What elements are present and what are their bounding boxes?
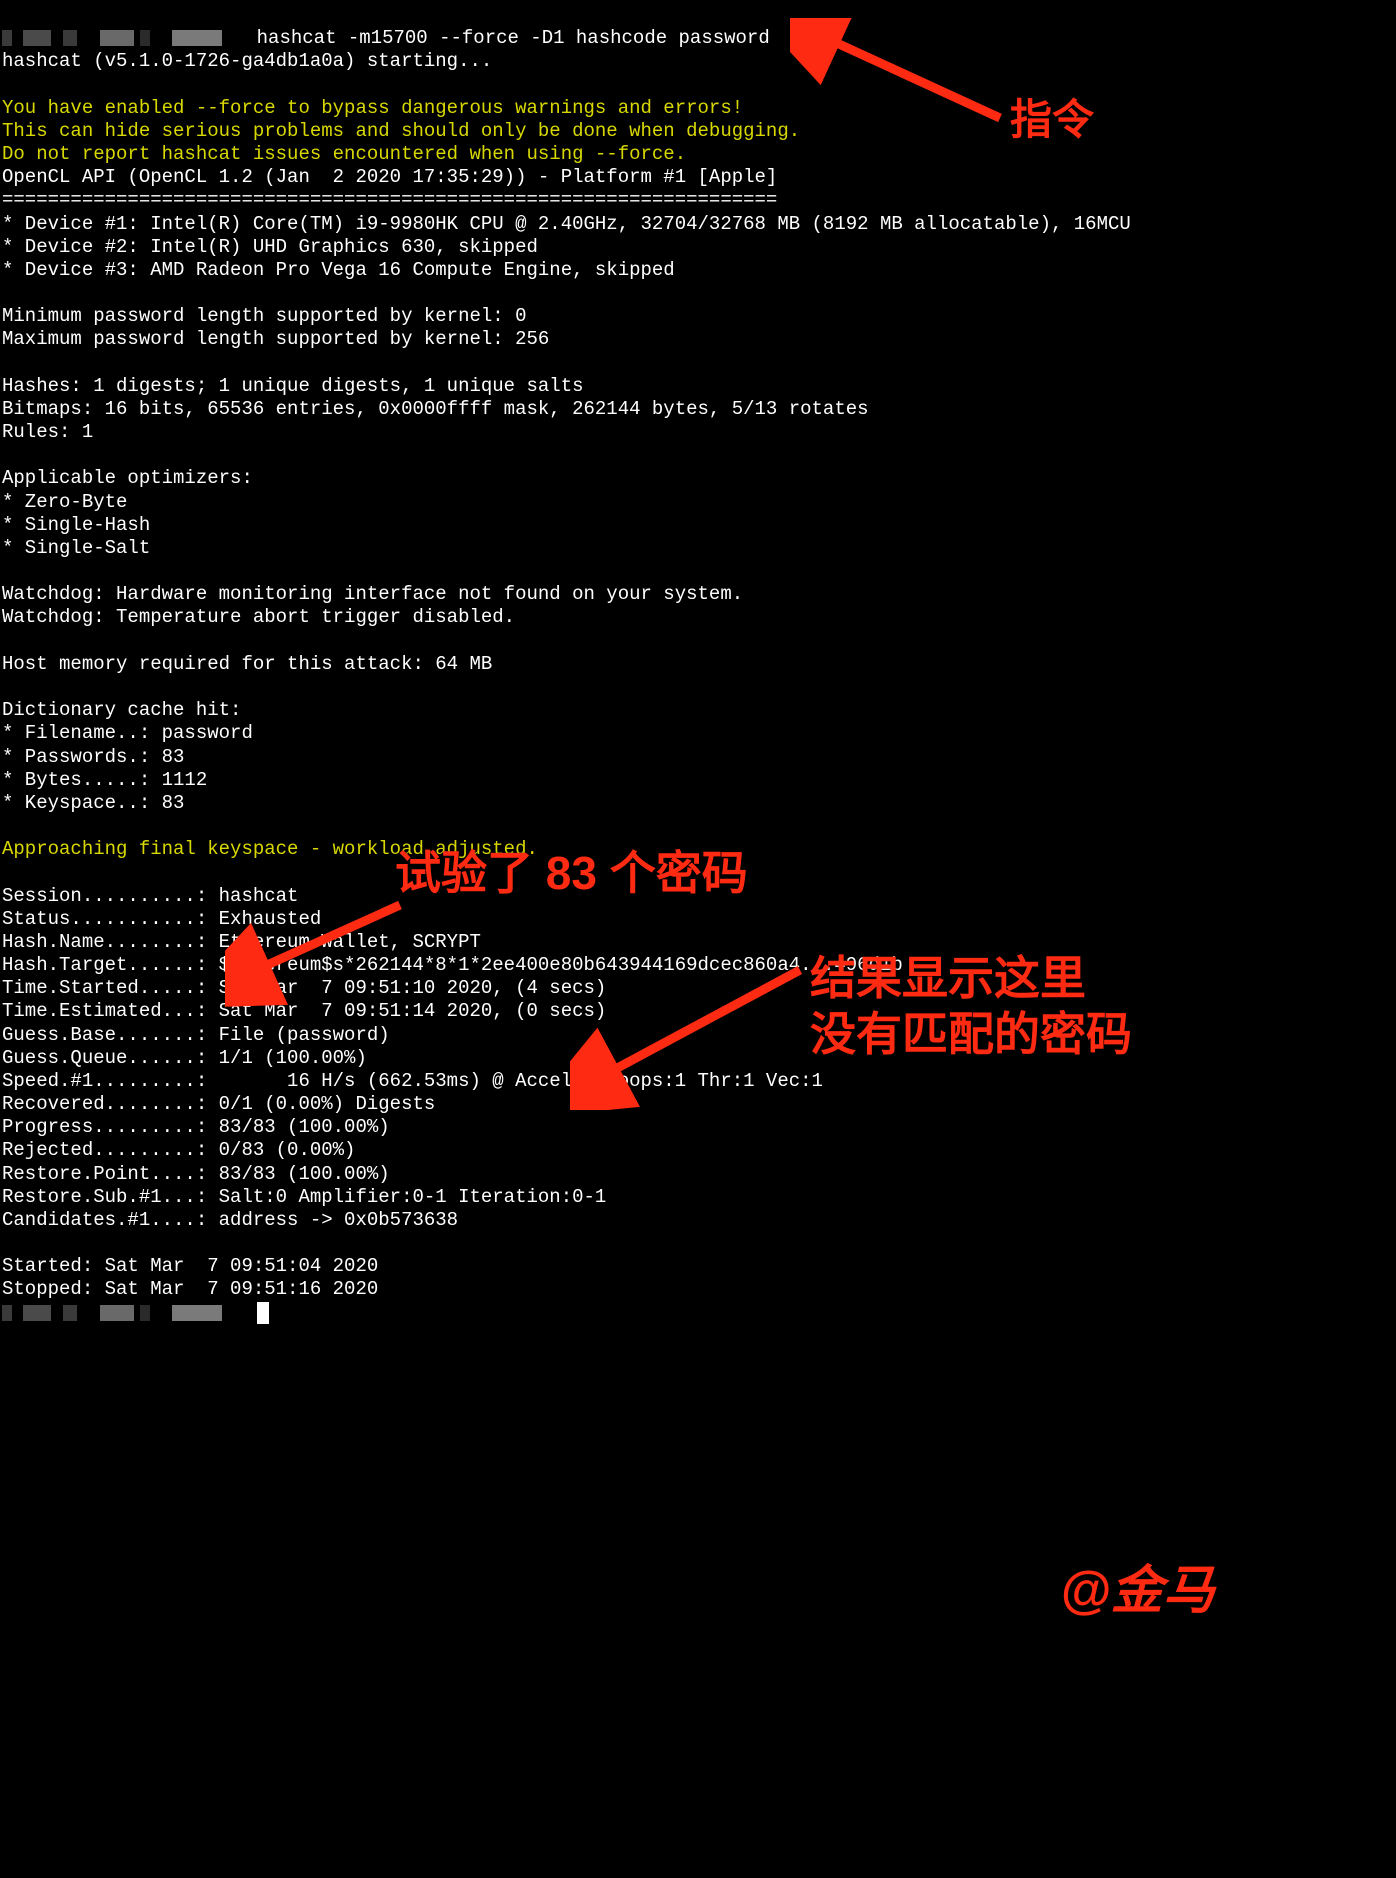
stat-progress: Progress.........: 83/83 (100.00%) [2, 1116, 390, 1138]
starting-line: hashcat (v5.1.0-1726-ga4db1a0a) starting… [2, 50, 492, 72]
warn-force-2: This can hide serious problems and shoul… [2, 120, 800, 142]
bitmaps-line: Bitmaps: 16 bits, 65536 entries, 0x0000f… [2, 398, 869, 420]
hashes-line: Hashes: 1 digests; 1 unique digests, 1 u… [2, 375, 584, 397]
stat-hashname: Hash.Name........: Ethereum Wallet, SCRY… [2, 931, 481, 953]
stopped-line: Stopped: Sat Mar 7 09:51:16 2020 [2, 1278, 378, 1300]
opt-zero-byte: * Zero-Byte [2, 491, 127, 513]
stat-status: Status...........: Exhausted [2, 908, 321, 930]
dict-passwords: * Passwords.: 83 [2, 746, 184, 768]
warn-force-3: Do not report hashcat issues encountered… [2, 143, 686, 165]
watchdog-1: Watchdog: Hardware monitoring interface … [2, 583, 743, 605]
stat-time-estimated: Time.Estimated...: Sat Mar 7 09:51:14 20… [2, 1000, 606, 1022]
dict-filename: * Filename..: password [2, 722, 253, 744]
stat-restore-sub: Restore.Sub.#1...: Salt:0 Amplifier:0-1 … [2, 1186, 606, 1208]
stat-recovered: Recovered........: 0/1 (0.00%) Digests [2, 1093, 435, 1115]
min-pass-len: Minimum password length supported by ker… [2, 305, 527, 327]
stat-target: Hash.Target......: $ethereum$s*262144*8*… [2, 954, 903, 976]
device-2: * Device #2: Intel(R) UHD Graphics 630, … [2, 236, 538, 258]
stat-speed: Speed.#1.........: 16 H/s (662.53ms) @ A… [2, 1070, 823, 1092]
terminal-window[interactable]: hashcat -m15700 --force -D1 hashcode pas… [0, 0, 1396, 1329]
stat-rejected: Rejected.........: 0/83 (0.00%) [2, 1139, 355, 1161]
stat-restore-point: Restore.Point....: 83/83 (100.00%) [2, 1163, 390, 1185]
max-pass-len: Maximum password length supported by ker… [2, 328, 549, 350]
warn-force-1: You have enabled --force to bypass dange… [2, 97, 743, 119]
prompt-redacted-2 [2, 1302, 257, 1324]
stat-candidates: Candidates.#1....: address -> 0x0b573638 [2, 1209, 458, 1231]
rules-line: Rules: 1 [2, 421, 93, 443]
opt-single-hash: * Single-Hash [2, 514, 150, 536]
watchdog-2: Watchdog: Temperature abort trigger disa… [2, 606, 515, 628]
host-memory: Host memory required for this attack: 64… [2, 653, 492, 675]
stat-time-started: Time.Started.....: Sat Mar 7 09:51:10 20… [2, 977, 606, 999]
device-1: * Device #1: Intel(R) Core(TM) i9-9980HK… [2, 213, 1131, 235]
opencl-line: OpenCL API (OpenCL 1.2 (Jan 2 2020 17:35… [2, 166, 777, 188]
annot-signature: @金马 [1060, 1560, 1215, 1623]
approaching-line: Approaching final keyspace - workload ad… [2, 838, 538, 860]
command-line: hashcat -m15700 --force -D1 hashcode pas… [257, 27, 770, 49]
dict-bytes: * Bytes.....: 1112 [2, 769, 207, 791]
stat-guess-base: Guess.Base.......: File (password) [2, 1024, 390, 1046]
cursor [257, 1302, 269, 1324]
hr-line: ========================================… [2, 189, 777, 211]
stat-session: Session..........: hashcat [2, 885, 298, 907]
dict-keyspace: * Keyspace..: 83 [2, 792, 184, 814]
prompt-redacted [2, 27, 257, 49]
opt-single-salt: * Single-Salt [2, 537, 150, 559]
started-line: Started: Sat Mar 7 09:51:04 2020 [2, 1255, 378, 1277]
device-3: * Device #3: AMD Radeon Pro Vega 16 Comp… [2, 259, 675, 281]
optimizers-header: Applicable optimizers: [2, 467, 253, 489]
dict-header: Dictionary cache hit: [2, 699, 241, 721]
stat-guess-queue: Guess.Queue......: 1/1 (100.00%) [2, 1047, 367, 1069]
